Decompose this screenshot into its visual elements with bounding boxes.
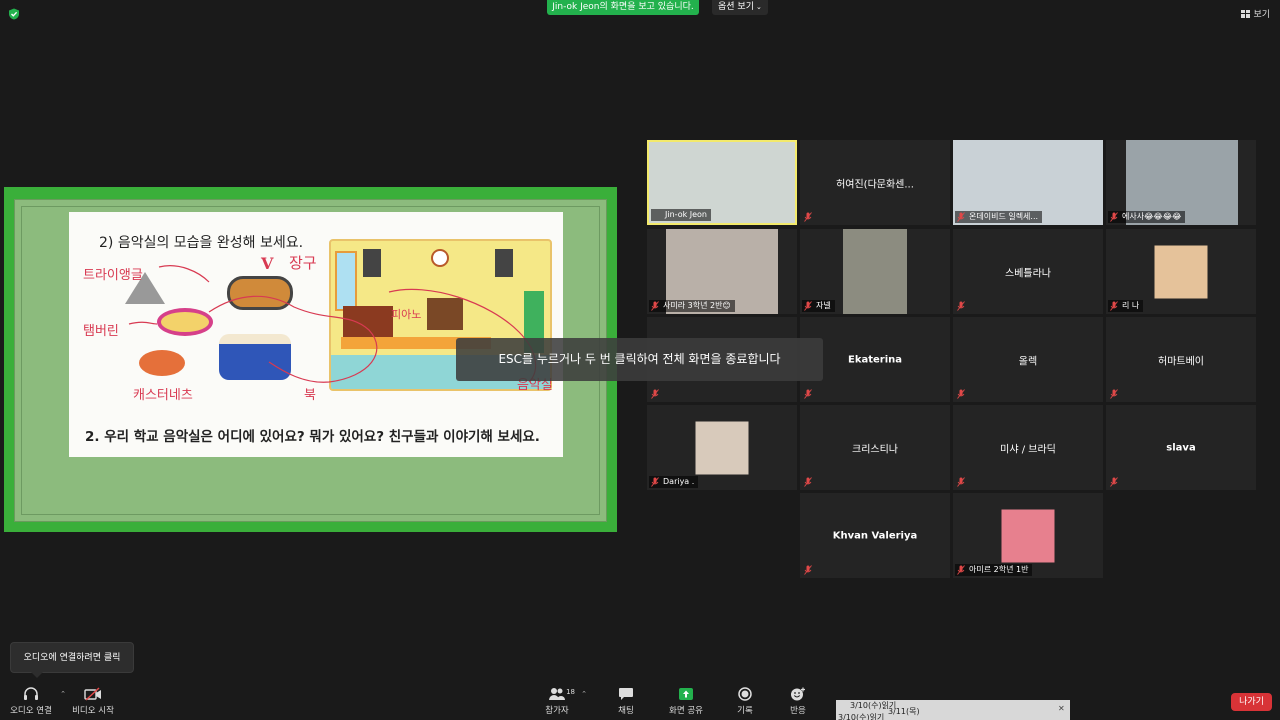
mic-muted-icon: [804, 212, 812, 222]
close-icon[interactable]: ✕: [1058, 704, 1065, 713]
mic-muted-icon: [957, 389, 965, 399]
smiley-plus-icon: [791, 687, 805, 701]
mic-muted-icon: [804, 565, 812, 575]
headphones-icon: [24, 687, 38, 700]
participants-button[interactable]: 18 참가자 ⌃: [537, 681, 587, 720]
mic-muted-icon: [651, 477, 659, 487]
participant-name-center: 허마트베이: [1158, 356, 1204, 367]
participant-tile[interactable]: Dariya .: [647, 405, 797, 490]
chat-button[interactable]: 채팅: [606, 681, 646, 720]
chevron-down-icon: ⌄: [755, 3, 762, 11]
participant-tile[interactable]: 올렉: [953, 317, 1103, 402]
participant-name-label: 온데이비드 일렉세...: [955, 211, 1043, 223]
participant-tile[interactable]: 크리스티나: [800, 405, 950, 490]
mic-muted-icon: [651, 301, 659, 311]
mic-muted-icon: [804, 389, 812, 399]
mic-muted-icon: [651, 389, 659, 399]
worksheet-question: 2. 우리 학교 음악실은 어디에 있어요? 뭐가 있어요? 친구들과 이야기해…: [85, 429, 540, 445]
record-icon: [738, 687, 752, 701]
caret-up-icon[interactable]: ⌃: [581, 690, 587, 698]
participant-name-center: slava: [1166, 442, 1196, 453]
share-screen-icon: [679, 688, 693, 700]
mic-muted-icon: [804, 477, 812, 487]
meeting-toolbar: 오디오 연결 ⌃ 비디오 시작 18 참가자 ⌃ 채팅 화면 공유 기록 반응: [0, 681, 1280, 720]
participant-name-label: 사미라 3학년 2반😊: [649, 300, 735, 312]
mic-muted-icon: [804, 301, 812, 311]
annotation-ink: [128, 265, 537, 383]
mic-muted-icon: [957, 301, 965, 311]
mic-muted-icon: [1110, 389, 1118, 399]
chat-label: 채팅: [618, 706, 634, 716]
worksheet-page: 2) 음악실의 모습을 완성해 보세요. 트라이앵글 탬버린 캐스터네츠 V 장…: [69, 212, 563, 457]
security-shield-icon[interactable]: [8, 8, 20, 20]
participant-name-center: 스베틀라나: [1005, 268, 1051, 279]
start-video-button[interactable]: 비디오 시작: [68, 681, 118, 720]
participant-tile[interactable]: Jin-ok Jeon: [647, 140, 797, 225]
audio-connect-label: 오디오 연결: [10, 706, 52, 716]
participant-name-center: 크리스티나: [852, 444, 898, 455]
screen-share-banner: Jin-ok Jeon의 화면을 보고 있습니다.: [547, 0, 699, 15]
taskbar-peek[interactable]: 3/10(수)읽기 3/11(목) 3/10(수)읽기 ✕: [836, 700, 1070, 720]
taskbar-item[interactable]: 3/10(수)읽기: [838, 712, 884, 720]
reactions-label: 반응: [790, 706, 806, 716]
participant-name-label: 아미르 2학년 1반: [955, 564, 1033, 576]
start-video-label: 비디오 시작: [72, 706, 114, 716]
chat-icon: [619, 688, 633, 700]
participant-tile[interactable]: Khvan Valeriya: [800, 493, 950, 578]
participant-tile[interactable]: 허마트베이: [1106, 317, 1256, 402]
participant-name-center: 올렉: [1018, 356, 1038, 367]
audio-connect-tooltip[interactable]: 오디오에 연결하려면 클릭: [10, 642, 134, 678]
participant-avatar: [695, 421, 749, 474]
participant-name-center: 허여진(다문화센...: [836, 179, 914, 190]
layout-toggle-label: 보기: [1253, 10, 1270, 20]
view-options-label: 옵션 보기: [718, 2, 754, 12]
participant-name-center: 미샤 / 브라딕: [1000, 444, 1056, 455]
participant-name-center: Khvan Valeriya: [832, 530, 918, 541]
record-button[interactable]: 기록: [727, 681, 763, 720]
audio-connect-button[interactable]: 오디오 연결 ⌃: [6, 681, 66, 720]
fullscreen-exit-toast: ESC를 누르거나 두 번 클릭하여 전체 화면을 종료합니다: [456, 338, 823, 381]
participant-video: [843, 229, 907, 314]
video-off-icon: [84, 687, 101, 701]
share-screen-label: 화면 공유: [669, 706, 703, 716]
mic-muted-icon: [957, 212, 965, 222]
leave-meeting-button[interactable]: 나가기: [1231, 693, 1272, 711]
participant-tile[interactable]: 자넬: [800, 229, 950, 314]
caret-up-icon[interactable]: ⌃: [60, 690, 66, 698]
layout-toggle-button[interactable]: 보기: [1241, 7, 1270, 20]
mic-muted-icon: [1110, 212, 1118, 222]
participant-tile[interactable]: 사미라 3학년 2반😊: [647, 229, 797, 314]
participant-tile[interactable]: 미샤 / 브라딕: [953, 405, 1103, 490]
share-screen-button[interactable]: 화면 공유: [664, 681, 708, 720]
record-label: 기록: [737, 706, 753, 716]
grid-view-icon: [1241, 9, 1251, 18]
participant-tile[interactable]: slava: [1106, 405, 1256, 490]
participant-name-label: Jin-ok Jeon: [651, 209, 712, 221]
participant-tile[interactable]: 온데이비드 일렉세...: [953, 140, 1103, 225]
mic-muted-icon: [1110, 301, 1118, 311]
view-options-button[interactable]: 옵션 보기 ⌄: [712, 0, 768, 15]
mic-muted-icon: [957, 477, 965, 487]
taskbar-item[interactable]: 3/11(목): [888, 706, 920, 717]
participants-icon: [549, 688, 565, 700]
participant-avatar: [1154, 245, 1208, 298]
participant-name-label: 에사사😂😂😂😂: [1108, 211, 1186, 223]
participant-tile[interactable]: 리 나: [1106, 229, 1256, 314]
participant-tile[interactable]: 아미르 2학년 1반: [953, 493, 1103, 578]
participant-avatar: [1001, 509, 1055, 562]
participant-tile[interactable]: 스베틀라나: [953, 229, 1103, 314]
participant-tile[interactable]: 에사사😂😂😂😂: [1106, 140, 1256, 225]
participant-tile[interactable]: 허여진(다문화센...: [800, 140, 950, 225]
reactions-button[interactable]: 반응: [780, 681, 816, 720]
participants-label: 참가자: [545, 706, 569, 716]
mic-muted-icon: [957, 565, 965, 575]
mic-muted-icon: [1110, 477, 1118, 487]
participant-count: 18: [566, 688, 575, 696]
